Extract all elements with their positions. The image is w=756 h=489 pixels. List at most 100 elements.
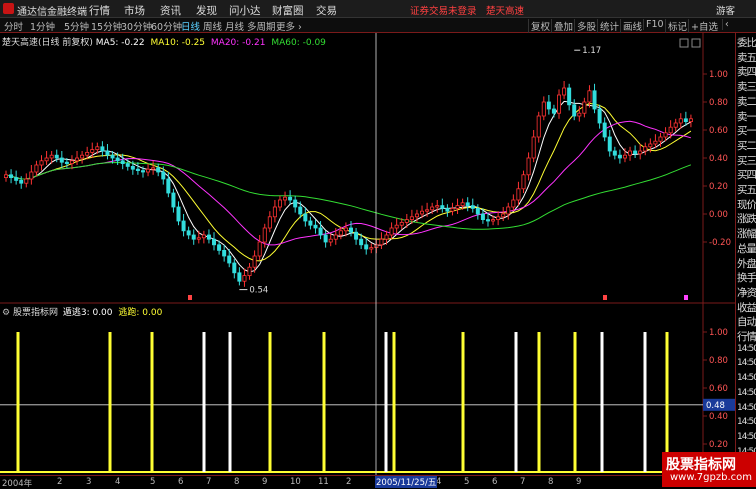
period-monthly[interactable]: 月线 <box>225 19 244 33</box>
candle-body <box>663 132 668 138</box>
candle-body <box>24 178 29 184</box>
sidebar-item[interactable]: 委比 <box>737 35 756 50</box>
period-daily[interactable]: 日线 <box>181 19 200 33</box>
yellow-signal-bar <box>392 332 396 472</box>
sidebar-item[interactable]: 总量 <box>737 241 756 256</box>
sidebar-item[interactable]: 收益 <box>737 300 756 315</box>
multi-stock-button[interactable]: 多股 <box>574 19 598 33</box>
f10-button[interactable]: F10 <box>643 19 666 30</box>
mark-button[interactable]: 标记 <box>665 19 689 33</box>
signal-bars <box>0 332 703 473</box>
cursor-value-label: 0.48 <box>706 401 725 411</box>
sidebar-item[interactable]: 卖五 <box>737 50 756 65</box>
add-favorite-button[interactable]: +自选 <box>688 19 720 33</box>
candle-body <box>511 199 516 208</box>
sidebar-item[interactable]: 14:50 <box>737 432 756 442</box>
period-5min[interactable]: 5分钟 <box>64 19 89 33</box>
sidebar-item[interactable]: 净资 <box>737 285 756 300</box>
candle-body <box>166 178 171 194</box>
candle-body <box>100 146 105 152</box>
candle-body <box>445 207 450 212</box>
sidebar-item[interactable]: 14:50 <box>737 373 756 383</box>
sidebar-item[interactable]: 涨幅 <box>737 226 756 241</box>
candle-body <box>612 150 617 156</box>
candle-body <box>90 149 95 153</box>
menu-market[interactable]: 市场 <box>124 3 145 18</box>
sidebar-item[interactable]: 14:50 <box>737 417 756 427</box>
sidebar-item[interactable]: 14:50 <box>737 344 756 354</box>
sidebar-item[interactable]: 14:50 <box>737 403 756 413</box>
period-timeshare[interactable]: 分时 <box>4 19 23 33</box>
candlesticks <box>4 81 693 287</box>
y-axis-labels: 1.00 0.80 0.60 0.40 0.20 0.00 -0.20 1.00 0.80 0.6… <box>703 70 731 450</box>
candle-body <box>470 205 475 209</box>
kline-chart[interactable]: 1.00 0.80 0.60 0.40 0.20 0.00 -0.20 1.00 0.80 0.6… <box>0 33 756 475</box>
white-signal-bar <box>643 332 647 472</box>
menu-trade[interactable]: 交易 <box>316 3 337 18</box>
sidebar-item[interactable]: 涨跌 <box>737 211 756 226</box>
candle-body <box>272 206 277 218</box>
sidebar-item[interactable]: 卖一 <box>737 109 756 124</box>
sidebar-item[interactable]: 卖二 <box>737 94 756 109</box>
period-30min[interactable]: 30分钟 <box>121 19 152 33</box>
candle-body <box>69 160 74 165</box>
guest-label[interactable]: 游客 <box>716 3 735 17</box>
candle-body <box>648 143 653 148</box>
candle-body <box>399 221 404 226</box>
candle-body <box>151 167 156 170</box>
yellow-signal-bar <box>573 332 577 472</box>
sidebar-item[interactable]: 现价 <box>737 197 756 212</box>
sidebar-item[interactable]: 买五 <box>737 182 756 197</box>
sidebar-item[interactable]: 换手 <box>737 270 756 285</box>
sidebar-item[interactable]: 买三 <box>737 153 756 168</box>
candle-body <box>49 154 54 159</box>
sidebar-item[interactable]: 14:50 <box>737 388 756 398</box>
period-weekly[interactable]: 周线 <box>203 19 222 33</box>
white-signal-bar <box>384 332 388 472</box>
collapse-button[interactable]: ‹ <box>722 19 731 30</box>
menu-wealth[interactable]: 财富圈 <box>272 3 304 18</box>
candle-body <box>638 150 643 155</box>
draw-line-button[interactable]: 画线 <box>620 19 644 33</box>
login-warning[interactable]: 证券交易未登录 <box>410 3 477 17</box>
candle-body <box>130 165 135 170</box>
sidebar-item[interactable]: 买二 <box>737 138 756 153</box>
sub-y-tick-label: 1.00 <box>709 328 728 338</box>
sidebar-item[interactable]: 外盘 <box>737 256 756 271</box>
sidebar-item[interactable]: 自动 <box>737 314 756 329</box>
sidebar-item[interactable]: 买一 <box>737 123 756 138</box>
sidebar-item[interactable]: 卖三 <box>737 79 756 94</box>
event-marker-icon <box>603 295 607 300</box>
y-tick-label: 0.00 <box>709 210 728 220</box>
candle-body <box>328 238 333 243</box>
menu-news[interactable]: 资讯 <box>160 3 181 18</box>
statistics-button[interactable]: 统计 <box>597 19 621 33</box>
sidebar-item[interactable]: 行情 <box>737 329 756 344</box>
candle-body <box>308 220 313 226</box>
settings-gear-icon[interactable]: ⚙ <box>2 308 10 318</box>
sidebar-item[interactable]: 卖四 <box>737 64 756 79</box>
candle-body <box>602 122 607 138</box>
period-more[interactable]: 更多 › <box>276 19 302 33</box>
app-title: 通达信金融终端 <box>17 7 87 18</box>
menu-discover[interactable]: 发现 <box>196 3 217 18</box>
adjust-button[interactable]: 复权 <box>528 19 552 33</box>
sidebar-item[interactable]: 14:50 <box>737 358 756 368</box>
period-multi[interactable]: 多周期 <box>247 19 276 33</box>
period-1min[interactable]: 1分钟 <box>30 19 55 33</box>
overlay-button[interactable]: 叠加 <box>551 19 575 33</box>
candle-body <box>526 157 531 176</box>
candle-body <box>277 199 282 208</box>
candle-body <box>186 230 191 236</box>
sidebar-item[interactable]: 买四 <box>737 167 756 182</box>
candle-body <box>369 247 374 250</box>
period-60min[interactable]: 60分钟 <box>151 19 182 33</box>
candle-body <box>501 213 506 218</box>
watermark-url: www.7gpzb.com <box>670 472 752 483</box>
period-15min[interactable]: 15分钟 <box>91 19 122 33</box>
ma10-line <box>5 102 692 262</box>
menu-ask[interactable]: 问小达 <box>229 3 261 18</box>
candle-body <box>577 112 582 117</box>
menu-market-quotes[interactable]: 行情 <box>89 3 110 18</box>
candle-body <box>607 136 612 152</box>
